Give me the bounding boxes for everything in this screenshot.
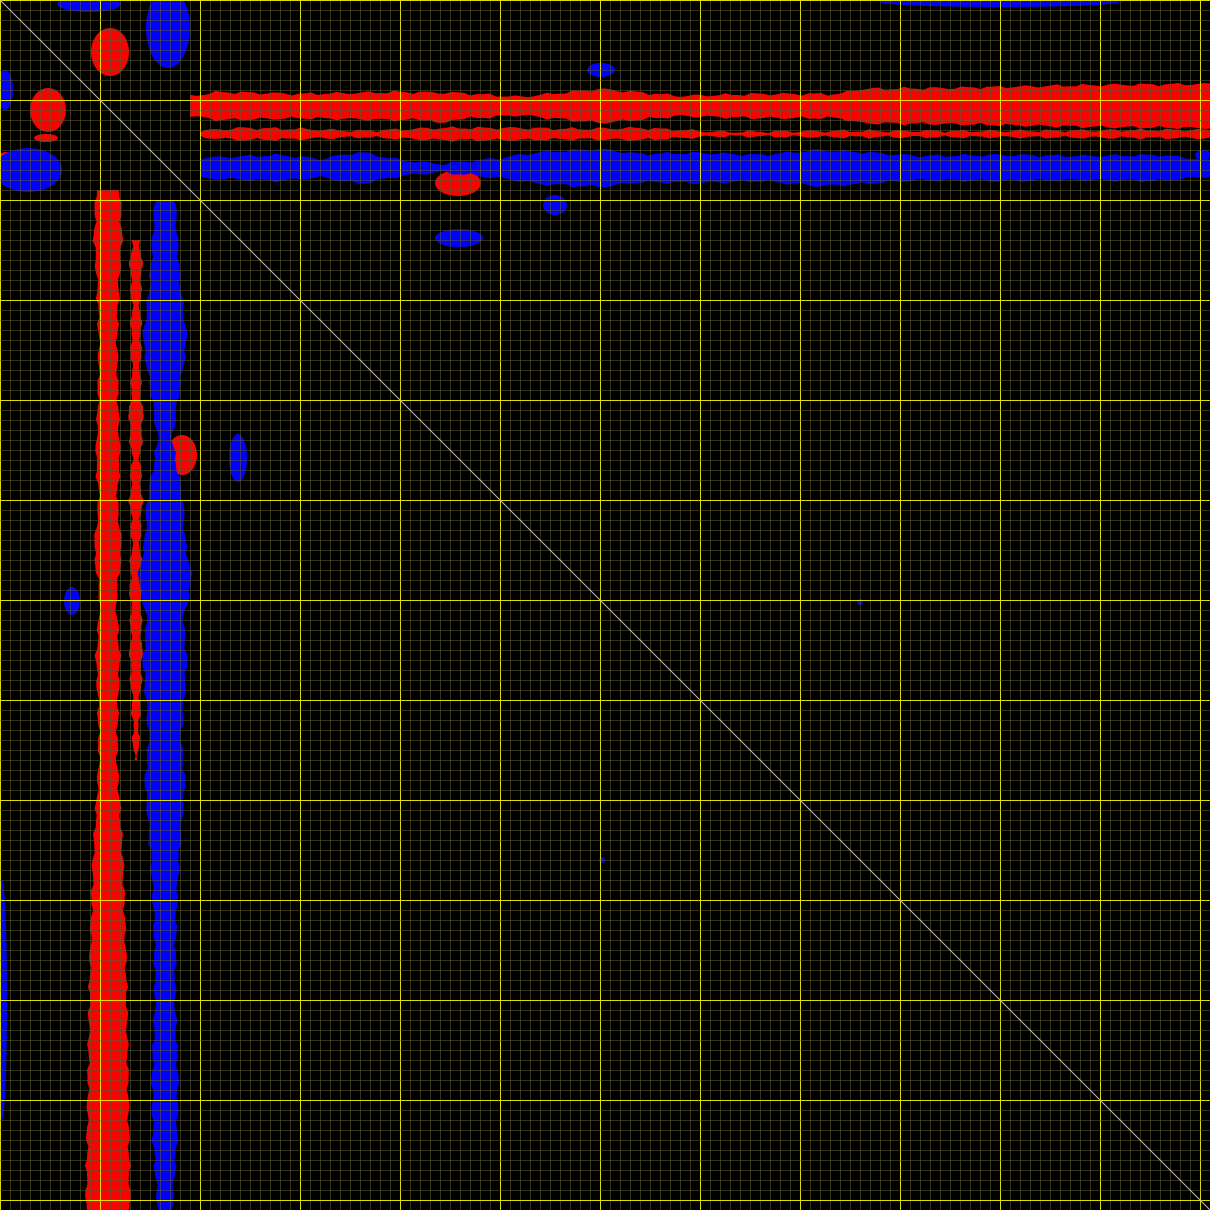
negative-blob-region [857, 599, 863, 605]
positive-blob-region [431, 115, 451, 123]
positive-blob-region [91, 28, 129, 76]
negative-blob-region [435, 229, 483, 247]
negative-blob-region [229, 434, 247, 482]
negative-blob-region [599, 857, 605, 863]
contact-map-plot [0, 0, 1210, 1210]
negative-blob-region [543, 195, 567, 215]
